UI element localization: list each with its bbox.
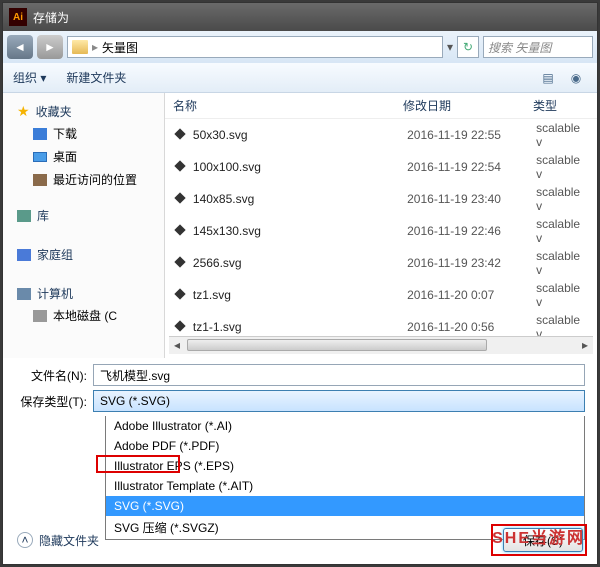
sidebar-item-downloads[interactable]: 下载 xyxy=(3,122,164,145)
file-name: 2566.svg xyxy=(193,256,407,270)
help-icon[interactable]: ◉ xyxy=(565,67,587,89)
scroll-right-icon[interactable]: ▸ xyxy=(577,337,593,353)
file-list: 50x30.svg2016-11-19 22:55scalable v100x1… xyxy=(165,119,597,336)
file-row[interactable]: 50x30.svg2016-11-19 22:55scalable v xyxy=(165,119,597,151)
sidebar-item-desktop[interactable]: 桌面 xyxy=(3,145,164,168)
sidebar-computer[interactable]: 计算机 xyxy=(3,279,164,304)
sidebar-item-drive[interactable]: 本地磁盘 (C xyxy=(3,304,164,327)
sidebar-library[interactable]: 库 xyxy=(3,201,164,226)
star-icon: ★ xyxy=(17,103,30,120)
scroll-left-icon[interactable]: ◂ xyxy=(169,337,185,353)
svg-file-icon xyxy=(173,320,187,334)
file-type: scalable v xyxy=(536,153,589,181)
drive-icon xyxy=(33,310,47,322)
scroll-thumb[interactable] xyxy=(187,339,487,351)
folder-icon xyxy=(72,40,88,54)
sidebar-item-recent[interactable]: 最近访问的位置 xyxy=(3,168,164,191)
file-type: scalable v xyxy=(536,217,589,245)
file-date: 2016-11-19 22:55 xyxy=(407,128,536,142)
back-button[interactable]: ◄ xyxy=(7,35,33,59)
filetype-option[interactable]: Adobe PDF (*.PDF) xyxy=(106,436,584,456)
filetype-option[interactable]: Illustrator Template (*.AIT) xyxy=(106,476,584,496)
breadcrumb[interactable]: ▸ 矢量图 xyxy=(67,36,443,58)
col-date[interactable]: 修改日期 xyxy=(403,97,533,114)
filename-input[interactable]: 飞机模型.svg xyxy=(93,364,585,386)
file-type: scalable v xyxy=(536,249,589,277)
file-date: 2016-11-20 0:56 xyxy=(407,320,536,334)
sidebar-homegroup[interactable]: 家庭组 xyxy=(3,240,164,265)
file-row[interactable]: 2566.svg2016-11-19 23:42scalable v xyxy=(165,247,597,279)
svg-file-icon xyxy=(173,160,187,174)
toolbar: 组织 ▾ 新建文件夹 ▤ ◉ xyxy=(3,63,597,93)
file-row[interactable]: 140x85.svg2016-11-19 23:40scalable v xyxy=(165,183,597,215)
svg-file-icon xyxy=(173,256,187,270)
file-name: 50x30.svg xyxy=(193,128,407,142)
file-row[interactable]: tz1.svg2016-11-20 0:07scalable v xyxy=(165,279,597,311)
file-type: scalable v xyxy=(536,313,589,336)
breadcrumb-folder[interactable]: 矢量图 xyxy=(102,39,138,56)
save-fields: 文件名(N): 飞机模型.svg 保存类型(T): SVG (*.SVG) Ad… xyxy=(3,358,597,546)
window-title: 存储为 xyxy=(33,9,69,26)
filetype-dropdown[interactable]: SVG (*.SVG) xyxy=(93,390,585,412)
col-type[interactable]: 类型 xyxy=(533,97,557,114)
file-date: 2016-11-20 0:07 xyxy=(407,288,536,302)
file-type: scalable v xyxy=(536,185,589,213)
file-date: 2016-11-19 23:42 xyxy=(407,256,536,270)
save-as-dialog: Ai 存储为 ◄ ► ▸ 矢量图 ▾ ↻ 搜索 矢量图 组织 ▾ 新建文件夹 ▤… xyxy=(2,2,598,565)
file-panel: 名称 修改日期 类型 50x30.svg2016-11-19 22:55scal… xyxy=(165,93,597,358)
sidebar-favorites[interactable]: ★收藏夹 xyxy=(3,97,164,122)
file-name: tz1-1.svg xyxy=(193,320,407,334)
hide-folders-toggle[interactable]: ˄ 隐藏文件夹 xyxy=(17,532,99,549)
computer-icon xyxy=(17,288,31,300)
sidebar: ★收藏夹 下载 桌面 最近访问的位置 库 家庭组 计算机 本地磁盘 (C xyxy=(3,93,165,358)
file-date: 2016-11-19 23:40 xyxy=(407,192,536,206)
file-date: 2016-11-19 22:54 xyxy=(407,160,536,174)
svg-file-icon xyxy=(173,224,187,238)
chevron-up-icon: ˄ xyxy=(17,532,33,548)
organize-button[interactable]: 组织 ▾ xyxy=(13,69,46,86)
app-icon: Ai xyxy=(9,8,27,26)
filetype-label: 保存类型(T): xyxy=(15,393,93,410)
file-row[interactable]: 100x100.svg2016-11-19 22:54scalable v xyxy=(165,151,597,183)
file-type: scalable v xyxy=(536,281,589,309)
svg-file-icon xyxy=(173,128,187,142)
homegroup-icon xyxy=(17,249,31,261)
col-name[interactable]: 名称 xyxy=(173,97,403,114)
filename-label: 文件名(N): xyxy=(15,367,93,384)
forward-button[interactable]: ► xyxy=(37,35,63,59)
svg-file-icon xyxy=(173,288,187,302)
view-icon[interactable]: ▤ xyxy=(537,67,559,89)
file-name: 140x85.svg xyxy=(193,192,407,206)
file-row[interactable]: 145x130.svg2016-11-19 22:46scalable v xyxy=(165,215,597,247)
library-icon xyxy=(17,210,31,222)
titlebar: Ai 存储为 xyxy=(3,3,597,31)
file-name: 145x130.svg xyxy=(193,224,407,238)
column-headers[interactable]: 名称 修改日期 类型 xyxy=(165,93,597,119)
file-name: 100x100.svg xyxy=(193,160,407,174)
refresh-button[interactable]: ↻ xyxy=(457,36,479,58)
filetype-option[interactable]: SVG (*.SVG) xyxy=(106,496,584,516)
filetype-option[interactable]: Adobe Illustrator (*.AI) xyxy=(106,416,584,436)
svg-file-icon xyxy=(173,192,187,206)
newfolder-button[interactable]: 新建文件夹 xyxy=(66,69,126,86)
address-bar: ◄ ► ▸ 矢量图 ▾ ↻ 搜索 矢量图 xyxy=(3,31,597,63)
search-input[interactable]: 搜索 矢量图 xyxy=(483,36,593,58)
filetype-option[interactable]: Illustrator EPS (*.EPS) xyxy=(106,456,584,476)
file-type: scalable v xyxy=(536,121,589,149)
desktop-icon xyxy=(33,152,47,162)
scrollbar-horizontal[interactable]: ◂ ▸ xyxy=(169,336,593,354)
chevron-right-icon: ▸ xyxy=(92,40,98,54)
recent-icon xyxy=(33,174,47,186)
footer: ˄ 隐藏文件夹 保存(S) xyxy=(3,522,597,558)
file-name: tz1.svg xyxy=(193,288,407,302)
file-date: 2016-11-19 22:46 xyxy=(407,224,536,238)
save-button[interactable]: 保存(S) xyxy=(503,528,583,552)
download-icon xyxy=(33,128,47,140)
file-row[interactable]: tz1-1.svg2016-11-20 0:56scalable v xyxy=(165,311,597,336)
